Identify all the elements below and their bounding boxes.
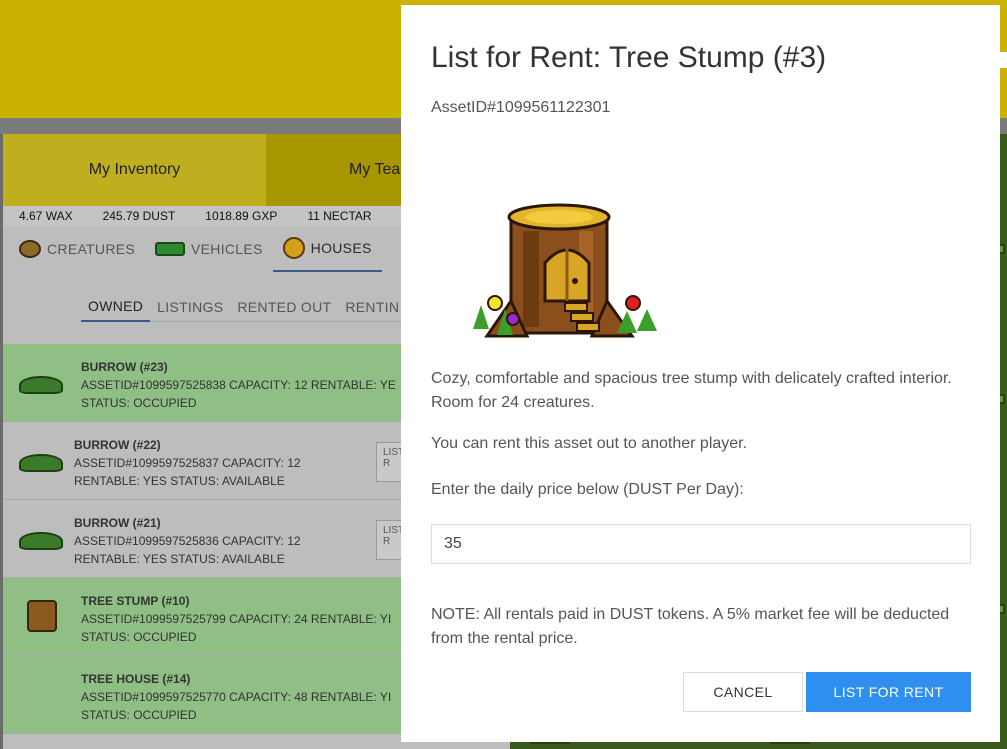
burrow-icon [19,454,63,472]
asset-status: RENTABLE: YES STATUS: AVAILABLE [74,474,285,488]
asset-status: STATUS: OCCUPIED [81,708,197,722]
asset-details: ASSETID#1099597525799 CAPACITY: 24 RENTA… [81,612,392,626]
vehicle-icon [155,242,186,256]
banner-edge-fragment [999,52,1007,68]
burrow-icon [19,532,63,550]
tab-vehicles-label: VEHICLES [191,241,263,257]
tree-stump-icon [473,203,657,338]
gxp-balance: 1018.89 GXP [205,209,278,223]
modal-asset-id: AssetID#1099561122301 [431,99,611,116]
tab-creatures-label: CREATURES [47,241,136,257]
dust-balance: 245.79 DUST [102,209,176,223]
asset-name: TREE HOUSE (#14) [81,672,191,686]
asset-info: TREE STUMP (#10) ASSETID#1099597525799 C… [81,592,391,646]
wax-balance: 4.67 WAX [19,209,73,223]
price-label: Enter the daily price below (DUST Per Da… [431,481,744,498]
tab-listings[interactable]: LISTINGS [150,292,231,322]
asset-status: STATUS: OCCUPIED [81,630,197,644]
tab-rented-out[interactable]: RENTED OUT [230,292,339,322]
asset-info: TREE HOUSE (#14) ASSETID#1099597525770 C… [81,670,391,724]
tab-houses-label: HOUSES [310,240,372,256]
asset-name: BURROW (#22) [74,438,161,452]
asset-details: ASSETID#1099597525837 CAPACITY: 12 [74,456,301,470]
asset-name: TREE STUMP (#10) [81,594,190,608]
modal-title: List for Rent: Tree Stump (#3) [431,41,827,74]
asset-details: ASSETID#1099597525838 CAPACITY: 12 RENTA… [81,378,396,392]
tab-my-inventory[interactable]: My Inventory [3,134,266,206]
asset-name: BURROW (#21) [74,516,161,530]
asset-status: STATUS: OCCUPIED [81,396,197,410]
rent-info-text: You can rent this asset out to another p… [431,435,748,452]
cancel-button[interactable]: CANCEL [683,672,803,712]
creature-icon [19,240,41,258]
asset-details: ASSETID#1099597525836 CAPACITY: 12 [74,534,301,548]
tab-renting[interactable]: RENTIN [338,292,407,322]
asset-status: RENTABLE: YES STATUS: AVAILABLE [74,552,285,566]
daily-price-input[interactable] [431,524,971,564]
tab-vehicles[interactable]: VEHICLES [145,226,273,272]
tab-creatures[interactable]: CREATURES [3,226,145,272]
asset-info: BURROW (#21) ASSETID#1099597525836 CAPAC… [74,514,301,568]
asset-info: BURROW (#22) ASSETID#1099597525837 CAPAC… [74,436,301,490]
list-for-rent-modal: List for Rent: Tree Stump (#3) AssetID#1… [401,5,1000,742]
asset-description: Cozy, comfortable and spacious tree stum… [431,370,952,411]
tab-owned[interactable]: OWNED [81,292,151,322]
tab-houses[interactable]: HOUSES [272,226,382,272]
nectar-balance: 11 NECTAR [307,209,372,223]
burrow-icon [19,376,63,394]
list-for-rent-submit-button[interactable]: LIST FOR RENT [806,672,971,712]
asset-details: ASSETID#1099597525770 CAPACITY: 48 RENTA… [81,690,392,704]
fee-note: NOTE: All rentals paid in DUST tokens. A… [431,606,950,647]
house-icon [282,237,305,259]
asset-name: BURROW (#23) [81,360,168,374]
tree-stump-icon [27,600,57,632]
asset-info: BURROW (#23) ASSETID#1099597525838 CAPAC… [81,358,396,412]
